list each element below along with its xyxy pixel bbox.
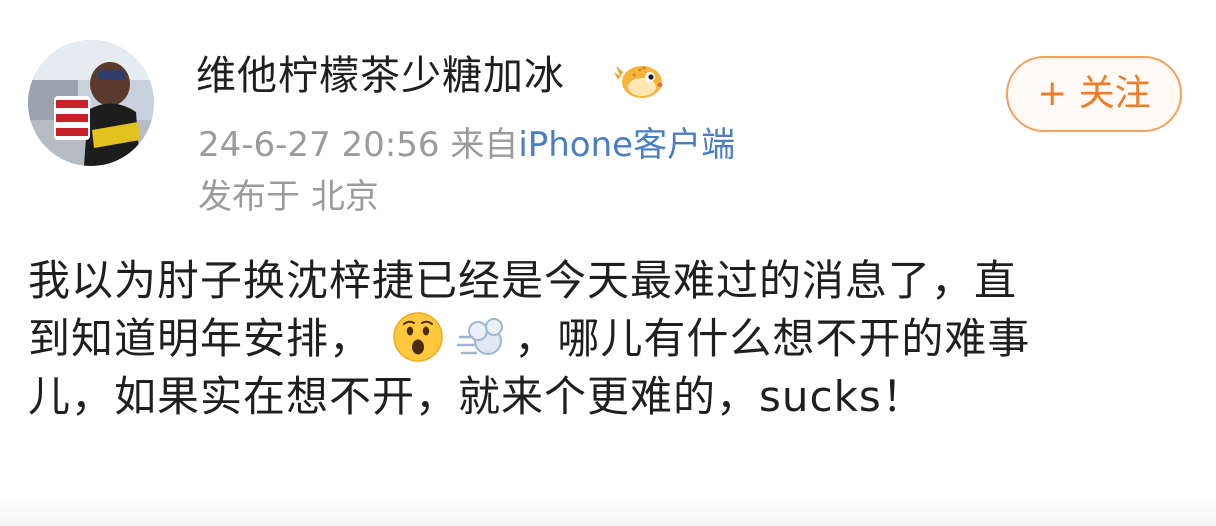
source-link[interactable]: iPhone客户端 xyxy=(518,125,735,165)
post-line-3: 儿，如果实在想不开，就来个更难的，sucks！ xyxy=(28,372,925,421)
follow-button-label: 关注 xyxy=(1078,73,1151,114)
post-line-1: 我以为肘子换沈梓捷已经是今天最难过的消息了，直 xyxy=(28,256,1018,305)
avatar-photo xyxy=(28,40,154,166)
post-text: 我以为肘子换沈梓捷已经是今天最难过的消息了，直 到知道明年安排， ，哪儿有什么想… xyxy=(28,252,1178,426)
location-prefix: 发布于 xyxy=(198,177,300,217)
post-line-2-text-a: 到知道明年安排， xyxy=(28,314,373,363)
post-line-2-text-b: ，哪儿有什么想不开的难事 xyxy=(514,314,1031,363)
post-line-2: 到知道明年安排， ，哪儿有什么想不开的难事 xyxy=(28,310,1178,368)
author-name[interactable]: 维他柠檬茶少糖加冰 xyxy=(196,52,565,100)
plus-icon: + xyxy=(1037,73,1068,114)
follow-button[interactable]: + 关注 xyxy=(1006,56,1182,132)
post-meta: 24-6-27 20:56 来自iPhone客户端 xyxy=(198,124,735,166)
pufferfish-badge-icon[interactable] xyxy=(614,58,664,102)
avatar[interactable] xyxy=(28,40,154,166)
post-location: 发布于 北京 xyxy=(198,176,379,218)
dashing-away-emoji-icon xyxy=(456,311,508,363)
source-prefix: 来自 xyxy=(450,125,519,165)
surprised-face-emoji-icon xyxy=(392,311,444,363)
location-name: 北京 xyxy=(310,177,379,217)
weibo-post-card: 维他柠檬茶少糖加冰 + 关注 24-6-27 20:56 来自iPhone客户端… xyxy=(0,0,1216,526)
card-bottom-fade xyxy=(0,496,1216,526)
post-timestamp: 24-6-27 20:56 xyxy=(198,125,440,165)
